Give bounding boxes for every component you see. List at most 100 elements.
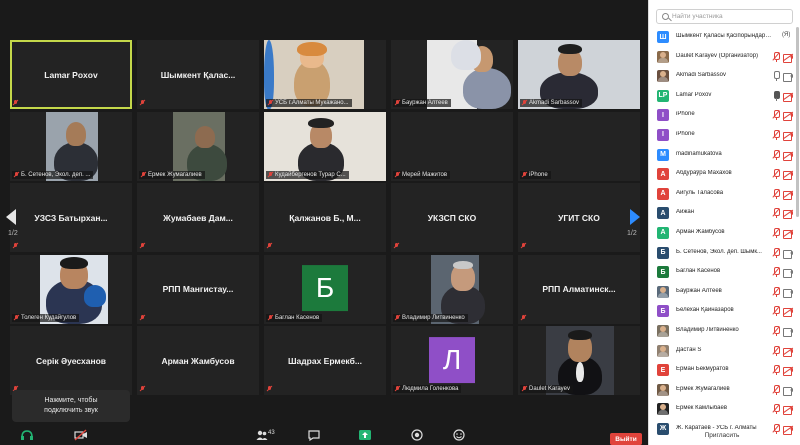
participant-row[interactable]: IiPhone xyxy=(649,105,795,125)
mic-muted-icon[interactable] xyxy=(772,188,780,199)
participant-tile[interactable]: УЗСЗ Батырхан... xyxy=(10,183,132,252)
mic-muted-icon[interactable] xyxy=(772,51,780,62)
participant-row[interactable]: Daulet Karayev (Организатор) xyxy=(649,47,795,67)
participant-row[interactable]: Дастан S xyxy=(649,341,795,361)
participant-row[interactable]: Б Белехан Қайназаров xyxy=(649,301,795,321)
mic-muted-icon[interactable] xyxy=(772,110,780,121)
participant-tile[interactable]: Толеген Кудайгулов xyxy=(10,254,132,324)
mic-muted-icon[interactable] xyxy=(772,306,780,317)
participant-tile[interactable]: Akmadi Sarbassov xyxy=(518,40,640,109)
participant-tile[interactable]: Lamar Poxov xyxy=(10,40,132,109)
participant-list-scrollbar[interactable] xyxy=(795,27,800,217)
participant-row[interactable]: А Айжан xyxy=(649,203,795,223)
video-off-icon[interactable] xyxy=(782,131,794,141)
slash-line xyxy=(772,149,780,159)
participant-row[interactable]: А Абдураўра Махахов xyxy=(649,164,795,184)
next-page-icon[interactable] xyxy=(630,209,642,225)
participant-tile[interactable]: Владимир Литвиненко xyxy=(391,254,513,324)
participants-icon[interactable] xyxy=(256,428,268,442)
mic-muted-icon[interactable] xyxy=(772,129,780,140)
participant-row[interactable]: Б Баглан Касенов xyxy=(649,262,795,282)
mic-muted-icon[interactable] xyxy=(772,247,780,258)
mic-muted-icon[interactable] xyxy=(772,286,780,297)
participant-initial-avatar: А xyxy=(657,226,669,239)
video-off-icon[interactable] xyxy=(74,428,88,442)
video-off-icon[interactable] xyxy=(782,229,794,239)
participant-tile[interactable]: Арман Жамбусов xyxy=(137,326,259,395)
participant-tile[interactable]: iPhone xyxy=(518,111,640,181)
invite-button[interactable]: Пригласить xyxy=(649,432,795,439)
video-off-icon[interactable] xyxy=(782,347,794,357)
participant-row[interactable]: Б Б. Сетенов, Экол. деп. Шымк... xyxy=(649,243,795,263)
participant-tile[interactable]: Кудайбергенов Турар С... xyxy=(264,111,386,181)
participant-row[interactable]: Ермек Жумагалиев xyxy=(649,380,795,400)
participant-row[interactable]: LP Lamar Poxov xyxy=(649,86,795,106)
mic-muted-icon xyxy=(13,243,18,249)
participant-tile[interactable]: Б Баглан Касенов xyxy=(264,254,386,324)
participant-row[interactable]: Владимир Литвиненко xyxy=(649,321,795,341)
video-off-icon[interactable] xyxy=(782,405,794,416)
participant-tile[interactable]: РПП Мангистау... xyxy=(137,254,259,324)
participant-tile[interactable]: УКЗСП СКО xyxy=(391,183,513,252)
video-camera-icon[interactable] xyxy=(783,269,794,279)
participant-tile[interactable]: Серік Әуесханов xyxy=(10,326,132,395)
mic-muted-icon[interactable] xyxy=(772,325,780,336)
participant-row[interactable]: Ермек Камлыбаев xyxy=(649,399,795,419)
microphone-icon[interactable] xyxy=(772,90,780,101)
video-off-icon[interactable] xyxy=(782,92,794,102)
scrollbar-thumb[interactable] xyxy=(796,27,799,217)
previous-page-icon[interactable] xyxy=(6,209,18,225)
participant-row[interactable]: Бауржан Алтеев xyxy=(649,282,795,302)
participant-row[interactable]: Mmadinamukatova xyxy=(649,145,795,165)
video-camera-icon[interactable] xyxy=(783,288,794,298)
video-off-icon[interactable] xyxy=(782,170,794,181)
participant-row[interactable]: Akmadi Sarbassov xyxy=(649,66,795,86)
participant-tile[interactable]: УГИТ СКО xyxy=(518,183,640,252)
participant-tile[interactable]: Daulet Karayev xyxy=(518,326,640,395)
participant-tile[interactable]: Л Людмила Голенкова xyxy=(391,326,513,395)
reactions-icon[interactable] xyxy=(452,428,466,442)
mic-muted-icon[interactable] xyxy=(772,404,780,415)
mic-muted-icon[interactable] xyxy=(772,149,780,160)
video-off-icon[interactable] xyxy=(782,209,794,220)
participant-row[interactable]: А Арман Жамбусов xyxy=(649,223,795,243)
participant-row[interactable]: А Айгуль Таласова xyxy=(649,184,795,204)
mic-muted-icon[interactable] xyxy=(772,384,780,395)
participant-tile[interactable]: Ермек Жумагалиев xyxy=(137,111,259,181)
mic-muted-icon[interactable] xyxy=(772,365,780,376)
video-off-icon[interactable] xyxy=(782,53,794,63)
microphone-icon[interactable] xyxy=(772,71,780,82)
leave-meeting-button[interactable]: Выйти xyxy=(610,433,642,445)
participant-row[interactable]: IiPhone xyxy=(649,125,795,145)
mic-muted-icon[interactable] xyxy=(772,208,780,219)
video-off-icon[interactable] xyxy=(782,307,794,318)
video-camera-icon[interactable] xyxy=(783,73,794,83)
participant-search-input[interactable] xyxy=(672,11,790,22)
mic-muted-icon[interactable] xyxy=(772,267,780,278)
participant-tile[interactable]: РПП Алматинск... xyxy=(518,254,640,324)
participant-row[interactable]: Ш Шымкент Қаласы Қасіпорындар Ор... (Я) xyxy=(649,27,795,47)
video-off-icon[interactable] xyxy=(782,112,794,122)
video-camera-icon[interactable] xyxy=(783,249,794,259)
video-off-icon[interactable] xyxy=(782,190,794,200)
participant-tile[interactable]: Қалжанов Б., М... xyxy=(264,183,386,252)
mic-muted-icon[interactable] xyxy=(772,169,780,180)
participant-tile[interactable]: Шымкент Қалас... xyxy=(137,40,259,109)
participant-tile[interactable]: Мерей Мажитов xyxy=(391,111,513,181)
record-icon[interactable] xyxy=(410,428,424,442)
video-camera-icon[interactable] xyxy=(783,386,794,396)
video-camera-icon[interactable] xyxy=(783,327,794,337)
participant-tile[interactable]: Жумабаев Дам... xyxy=(137,183,259,252)
participant-tile[interactable]: Шадрах Ермекб... xyxy=(264,326,386,395)
mic-muted-icon[interactable] xyxy=(772,345,780,356)
chat-icon[interactable] xyxy=(307,428,321,442)
video-off-icon[interactable] xyxy=(782,151,794,161)
share-screen-icon[interactable] xyxy=(358,428,372,442)
video-off-icon[interactable] xyxy=(782,366,794,377)
participant-tile[interactable]: Бауржан Алтеев xyxy=(391,40,513,109)
participant-tile[interactable]: УСБ г.Алматы Мукажано... xyxy=(264,40,386,109)
participant-row[interactable]: Е Ерман Бекмуратов xyxy=(649,360,795,380)
mic-muted-icon[interactable] xyxy=(772,227,780,238)
participant-tile[interactable]: Б. Сетенов, Экол. деп. ... xyxy=(10,111,132,181)
join-audio-icon[interactable] xyxy=(20,428,34,442)
